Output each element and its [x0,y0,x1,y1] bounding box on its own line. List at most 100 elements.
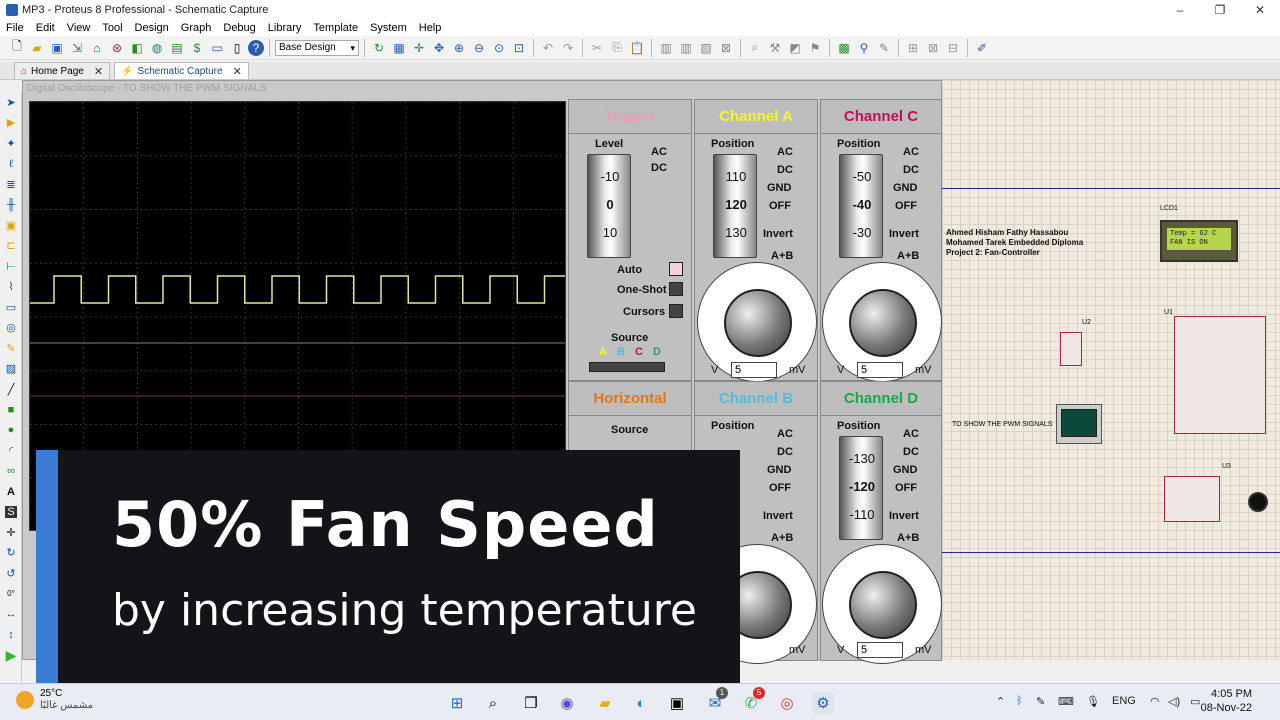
home-icon[interactable]: ⌂ [88,39,106,57]
channel-b-off-option[interactable]: OFF [769,482,791,494]
grid-icon[interactable]: ▦ [390,39,408,57]
design-explorer-icon[interactable]: ✐ [973,39,991,57]
menu-design[interactable]: Design [129,22,175,34]
channel-d-off-option[interactable]: OFF [895,482,917,494]
selection-mode-icon[interactable]: ➤ [0,92,22,113]
graph-mode-icon[interactable]: ⌇ [0,277,22,298]
mirror-y-icon[interactable]: ↕ [0,625,22,646]
channel-d-aplusb-option[interactable]: A+B [897,532,919,544]
tab-home-page[interactable]: ⌂ Home Page ✕ [14,62,111,79]
menu-edit[interactable]: Edit [30,22,61,34]
source-c-option[interactable]: C [635,346,643,358]
channel-d-dc-option[interactable]: DC [903,446,919,458]
path-icon[interactable]: ∞ [0,461,22,482]
property-tool-icon[interactable]: ✎ [875,39,893,57]
save-icon[interactable]: ▣ [48,39,66,57]
motor-driver-u3[interactable] [1164,476,1220,522]
generator-icon[interactable]: ◎ [0,318,22,339]
bom-icon[interactable]: $ [188,39,206,57]
new-file-icon[interactable]: 🗋 [8,39,26,57]
channel-c-volts-value[interactable]: 5 [857,362,903,378]
gerber-icon[interactable]: ◍ [148,39,166,57]
trigger-dc-option[interactable]: DC [651,162,667,174]
text-icon[interactable]: A [0,482,22,503]
channel-d-volts-value[interactable]: 5 [857,642,903,658]
wire-autorouter-icon[interactable]: ▩ [835,39,853,57]
source-a-option[interactable]: A [599,346,607,358]
chat-icon[interactable]: ◉ [556,692,578,714]
microphone-icon[interactable]: 🎙 [1086,695,1100,708]
channel-c-off-option[interactable]: OFF [895,200,917,212]
rotate-cw-icon[interactable]: ↻ [0,543,22,564]
wire-label-icon[interactable]: ℓ [0,154,22,175]
system-clock[interactable]: 4:05 PM 08-Nov-22 [1201,687,1252,715]
buses-icon[interactable]: ╫ [0,195,22,216]
decompose-icon[interactable]: ⚑ [806,39,824,57]
channel-b-invert-option[interactable]: Invert [763,510,793,522]
one-shot-indicator[interactable] [669,282,683,296]
junction-dot-icon[interactable]: ✦ [0,133,22,154]
line-icon[interactable]: ╱ [0,379,22,400]
schematic-icon[interactable]: ⊛ [108,39,126,57]
exit-parent-icon[interactable]: ⊟ [944,39,962,57]
menu-file[interactable]: File [0,22,30,34]
channel-d-ac-option[interactable]: AC [903,428,919,440]
menu-system[interactable]: System [364,22,413,34]
show-hidden-icons[interactable]: ⌃ [996,695,1005,708]
trigger-level-drum[interactable]: -10 0 10 [587,154,631,258]
channel-c-dc-option[interactable]: DC [903,164,919,176]
cut-icon[interactable]: ✂ [588,39,606,57]
proteus-taskbar-icon[interactable]: ⚙ [812,692,834,714]
language-pen-icon[interactable]: ✎ [1036,695,1045,708]
dc-motor-icon[interactable] [1248,492,1268,512]
copy-icon[interactable]: ⎘ [608,39,626,57]
block-move-icon[interactable]: ▥ [677,39,695,57]
subcircuit-icon[interactable]: ▣ [0,215,22,236]
notes-icon[interactable]: ▯ [228,39,246,57]
keyboard-icon[interactable]: ⌨ [1058,695,1074,708]
marker-icon[interactable]: ✛ [0,522,22,543]
pan-icon[interactable]: ✥ [430,39,448,57]
paste-icon[interactable]: 📋 [628,39,646,57]
menu-graph[interactable]: Graph [175,22,218,34]
screen-recorder-icon[interactable]: ◎ [776,692,798,714]
bluetooth-icon[interactable]: ᛒ [1016,695,1023,707]
search-icon[interactable]: ⌕ [482,692,504,714]
cursors-indicator[interactable] [669,304,683,318]
volume-icon[interactable]: ◁) [1168,695,1180,708]
block-copy-icon[interactable]: ▥ [657,39,675,57]
trigger-one-shot-option[interactable]: One-Shot [617,284,667,296]
battery-icon[interactable]: ▭ [1190,695,1200,708]
microcontroller-u1[interactable] [1174,316,1266,434]
channel-c-ac-option[interactable]: AC [903,146,919,158]
zoom-in-icon[interactable]: ⊕ [450,39,468,57]
channel-b-ac-option[interactable]: AC [777,428,793,440]
zoom-out-icon[interactable]: ⊖ [470,39,488,57]
component-mode-icon[interactable]: ▶ [0,113,22,134]
source-d-option[interactable]: D [653,346,661,358]
remove-sheet-icon[interactable]: ⊠ [924,39,942,57]
source-b-option[interactable]: B [617,346,625,358]
menu-template[interactable]: Template [307,22,364,34]
zoom-area-icon[interactable]: ⊡ [510,39,528,57]
zoom-all-icon[interactable]: ⊙ [490,39,508,57]
channel-b-dc-option[interactable]: DC [777,446,793,458]
3d-icon[interactable]: ▤ [168,39,186,57]
channel-b-aplusb-option[interactable]: A+B [771,532,793,544]
virtual-instruments-icon[interactable]: ▨ [0,359,22,380]
block-delete-icon[interactable]: ⊠ [717,39,735,57]
schematic-canvas[interactable]: Ahmed Hisham Fathy Hassabou Mohamed Tare… [942,80,1280,660]
channel-d-invert-option[interactable]: Invert [889,510,919,522]
close-button[interactable]: ✕ [1240,0,1280,20]
channel-a-gnd-option[interactable]: GND [767,182,791,194]
channel-c-position-drum[interactable]: -50 -40 -30 [839,154,883,258]
temp-sensor-u2[interactable] [1060,332,1082,366]
trigger-auto-option[interactable]: Auto [617,264,642,276]
channel-c-invert-option[interactable]: Invert [889,228,919,240]
minimize-button[interactable]: – [1160,0,1200,20]
arc-icon[interactable]: ◜ [0,441,22,462]
block-rotate-icon[interactable]: ▧ [697,39,715,57]
channel-a-off-option[interactable]: OFF [769,200,791,212]
oscilloscope-component[interactable] [1056,404,1102,444]
store-icon[interactable]: ▣ [666,692,688,714]
